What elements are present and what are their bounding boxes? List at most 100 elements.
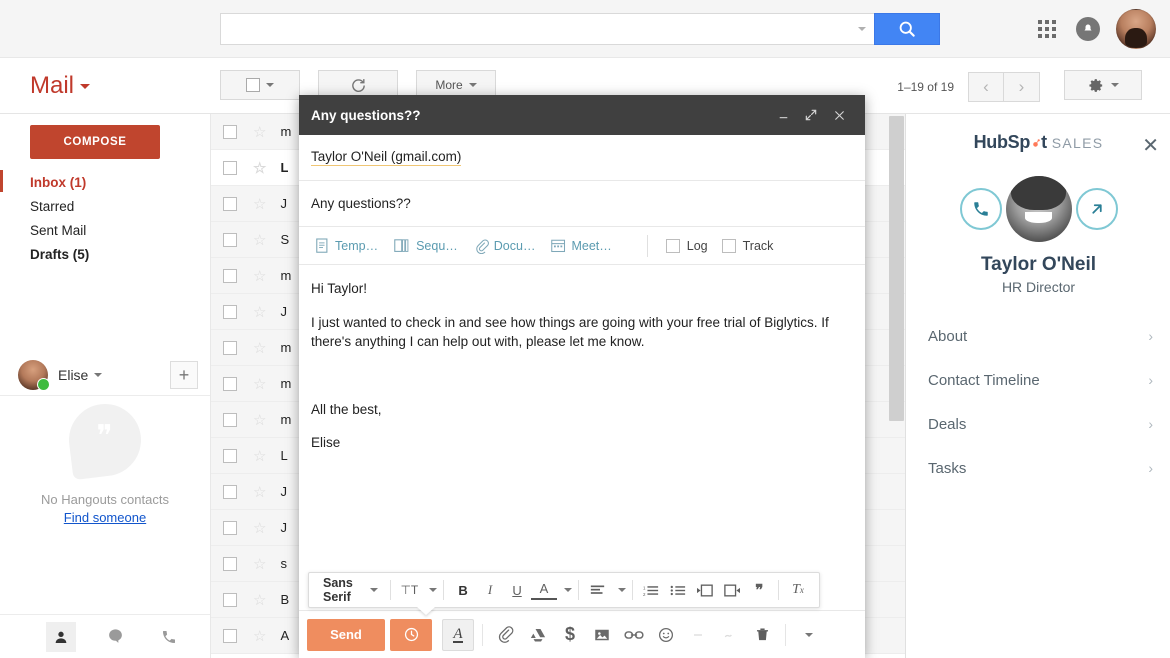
star-icon[interactable]: ☆: [253, 123, 266, 141]
log-checkbox[interactable]: Log: [660, 238, 714, 253]
chevron-down-icon[interactable]: [369, 588, 378, 592]
compose-minimize-button[interactable]: [769, 101, 797, 129]
more-options-button[interactable]: [794, 619, 824, 651]
send-button[interactable]: Send: [307, 618, 385, 651]
documents-button[interactable]: Docu…: [467, 238, 543, 254]
format-options-button[interactable]: A: [442, 618, 474, 651]
row-checkbox[interactable]: [223, 376, 237, 391]
compose-body[interactable]: Hi Taylor! I just wanted to check in and…: [299, 265, 865, 610]
row-checkbox[interactable]: [223, 592, 237, 607]
row-checkbox[interactable]: [223, 484, 237, 499]
mail-logo[interactable]: Mail: [30, 72, 91, 100]
hubspot-section-deals[interactable]: Deals ›: [906, 402, 1170, 446]
hubspot-section-about[interactable]: About ›: [906, 314, 1170, 358]
row-checkbox[interactable]: [223, 304, 237, 319]
hubspot-section-tasks[interactable]: Tasks ›: [906, 446, 1170, 490]
attach-file-button[interactable]: [491, 619, 521, 651]
meetings-button[interactable]: Meet…: [544, 238, 618, 253]
bulleted-list-icon[interactable]: [665, 577, 691, 603]
indent-more-icon[interactable]: [719, 577, 745, 603]
text-color-icon[interactable]: A: [531, 580, 558, 600]
select-all-button[interactable]: [220, 70, 300, 100]
insert-link-button[interactable]: [619, 619, 649, 651]
chevron-down-icon[interactable]: [468, 83, 477, 87]
hangouts-tab-chat[interactable]: [100, 622, 130, 652]
star-icon[interactable]: ☆: [253, 267, 266, 285]
compose-subject-field[interactable]: Any questions??: [299, 181, 865, 227]
star-icon[interactable]: ☆: [253, 231, 266, 249]
sequences-button[interactable]: Sequ…: [387, 238, 465, 254]
star-icon[interactable]: ☆: [253, 339, 266, 357]
chevron-down-icon[interactable]: [1110, 83, 1119, 87]
schedule-send-button[interactable]: [390, 618, 432, 651]
insert-emoji-button[interactable]: [651, 619, 681, 651]
sidebar-item-starred[interactable]: Starred: [0, 194, 210, 218]
indent-less-icon[interactable]: [692, 577, 718, 603]
quote-icon[interactable]: ❞: [746, 577, 772, 603]
row-checkbox[interactable]: [223, 340, 237, 355]
bold-icon[interactable]: B: [450, 577, 476, 603]
compose-expand-button[interactable]: [797, 101, 825, 129]
insert-drive-button[interactable]: [523, 619, 553, 651]
row-checkbox[interactable]: [223, 448, 237, 463]
chevron-down-icon[interactable]: [80, 84, 91, 90]
star-icon[interactable]: ☆: [253, 555, 266, 573]
star-icon[interactable]: ☆: [253, 375, 266, 393]
chevron-down-icon[interactable]: [429, 588, 438, 592]
hubspot-section-contact-timeline[interactable]: Contact Timeline ›: [906, 358, 1170, 402]
row-checkbox[interactable]: [223, 520, 237, 535]
apps-grid-icon[interactable]: [1034, 16, 1060, 42]
checkbox-icon[interactable]: [721, 238, 736, 253]
star-icon[interactable]: ☆: [253, 159, 266, 177]
star-icon[interactable]: ☆: [253, 195, 266, 213]
row-checkbox[interactable]: [223, 628, 237, 643]
email-list-scrollbar[interactable]: [889, 116, 904, 421]
confidential-mode-button[interactable]: [683, 619, 713, 651]
compose-header[interactable]: Any questions??: [299, 95, 865, 135]
underline-icon[interactable]: U: [504, 577, 530, 603]
track-checkbox[interactable]: Track: [716, 238, 780, 253]
row-checkbox[interactable]: [223, 124, 237, 139]
chevron-down-icon[interactable]: [617, 588, 626, 592]
bell-icon[interactable]: [1076, 17, 1100, 41]
star-icon[interactable]: ☆: [253, 447, 266, 465]
open-contact-record-button[interactable]: [1075, 188, 1118, 230]
next-page-button[interactable]: ›: [1004, 72, 1040, 102]
row-checkbox[interactable]: [223, 160, 237, 175]
remove-formatting-icon[interactable]: Tx: [785, 577, 811, 603]
prev-page-button[interactable]: ‹: [968, 72, 1004, 102]
hangouts-add-button[interactable]: +: [170, 361, 198, 389]
star-icon[interactable]: ☆: [253, 591, 266, 609]
checkbox-icon[interactable]: [246, 78, 260, 92]
checkbox-icon[interactable]: [665, 238, 680, 253]
insert-photo-button[interactable]: [587, 619, 617, 651]
templates-button[interactable]: Temp…: [309, 237, 385, 254]
star-icon[interactable]: ☆: [253, 519, 266, 537]
compose-to-field[interactable]: Taylor O'Neil (gmail.com): [299, 135, 865, 181]
settings-button[interactable]: [1064, 70, 1142, 100]
compose-close-button[interactable]: [825, 101, 853, 129]
avatar[interactable]: [1116, 9, 1156, 49]
call-contact-button[interactable]: [959, 188, 1002, 230]
insert-signature-button[interactable]: [715, 619, 745, 651]
chevron-down-icon[interactable]: [94, 372, 103, 377]
sidebar-item-inbox[interactable]: Inbox (1): [0, 170, 210, 194]
discard-draft-button[interactable]: [747, 619, 777, 651]
hubspot-close-button[interactable]: ✕: [1142, 136, 1159, 156]
font-family-selector[interactable]: Sans Serif: [317, 576, 384, 604]
hangouts-tab-contacts[interactable]: [46, 621, 76, 652]
search-options-caret-icon[interactable]: [858, 27, 866, 31]
row-checkbox[interactable]: [223, 412, 237, 427]
star-icon[interactable]: ☆: [253, 483, 266, 501]
align-icon[interactable]: [585, 577, 611, 603]
star-icon[interactable]: ☆: [253, 303, 266, 321]
insert-money-button[interactable]: $: [555, 619, 585, 651]
compose-button[interactable]: COMPOSE: [30, 125, 160, 159]
sidebar-item-sent-mail[interactable]: Sent Mail: [0, 218, 210, 242]
hangouts-avatar[interactable]: [18, 359, 50, 391]
row-checkbox[interactable]: [223, 268, 237, 283]
row-checkbox[interactable]: [223, 232, 237, 247]
star-icon[interactable]: ☆: [253, 411, 266, 429]
search-box[interactable]: [220, 13, 874, 45]
hangouts-tab-phone[interactable]: [154, 622, 184, 652]
